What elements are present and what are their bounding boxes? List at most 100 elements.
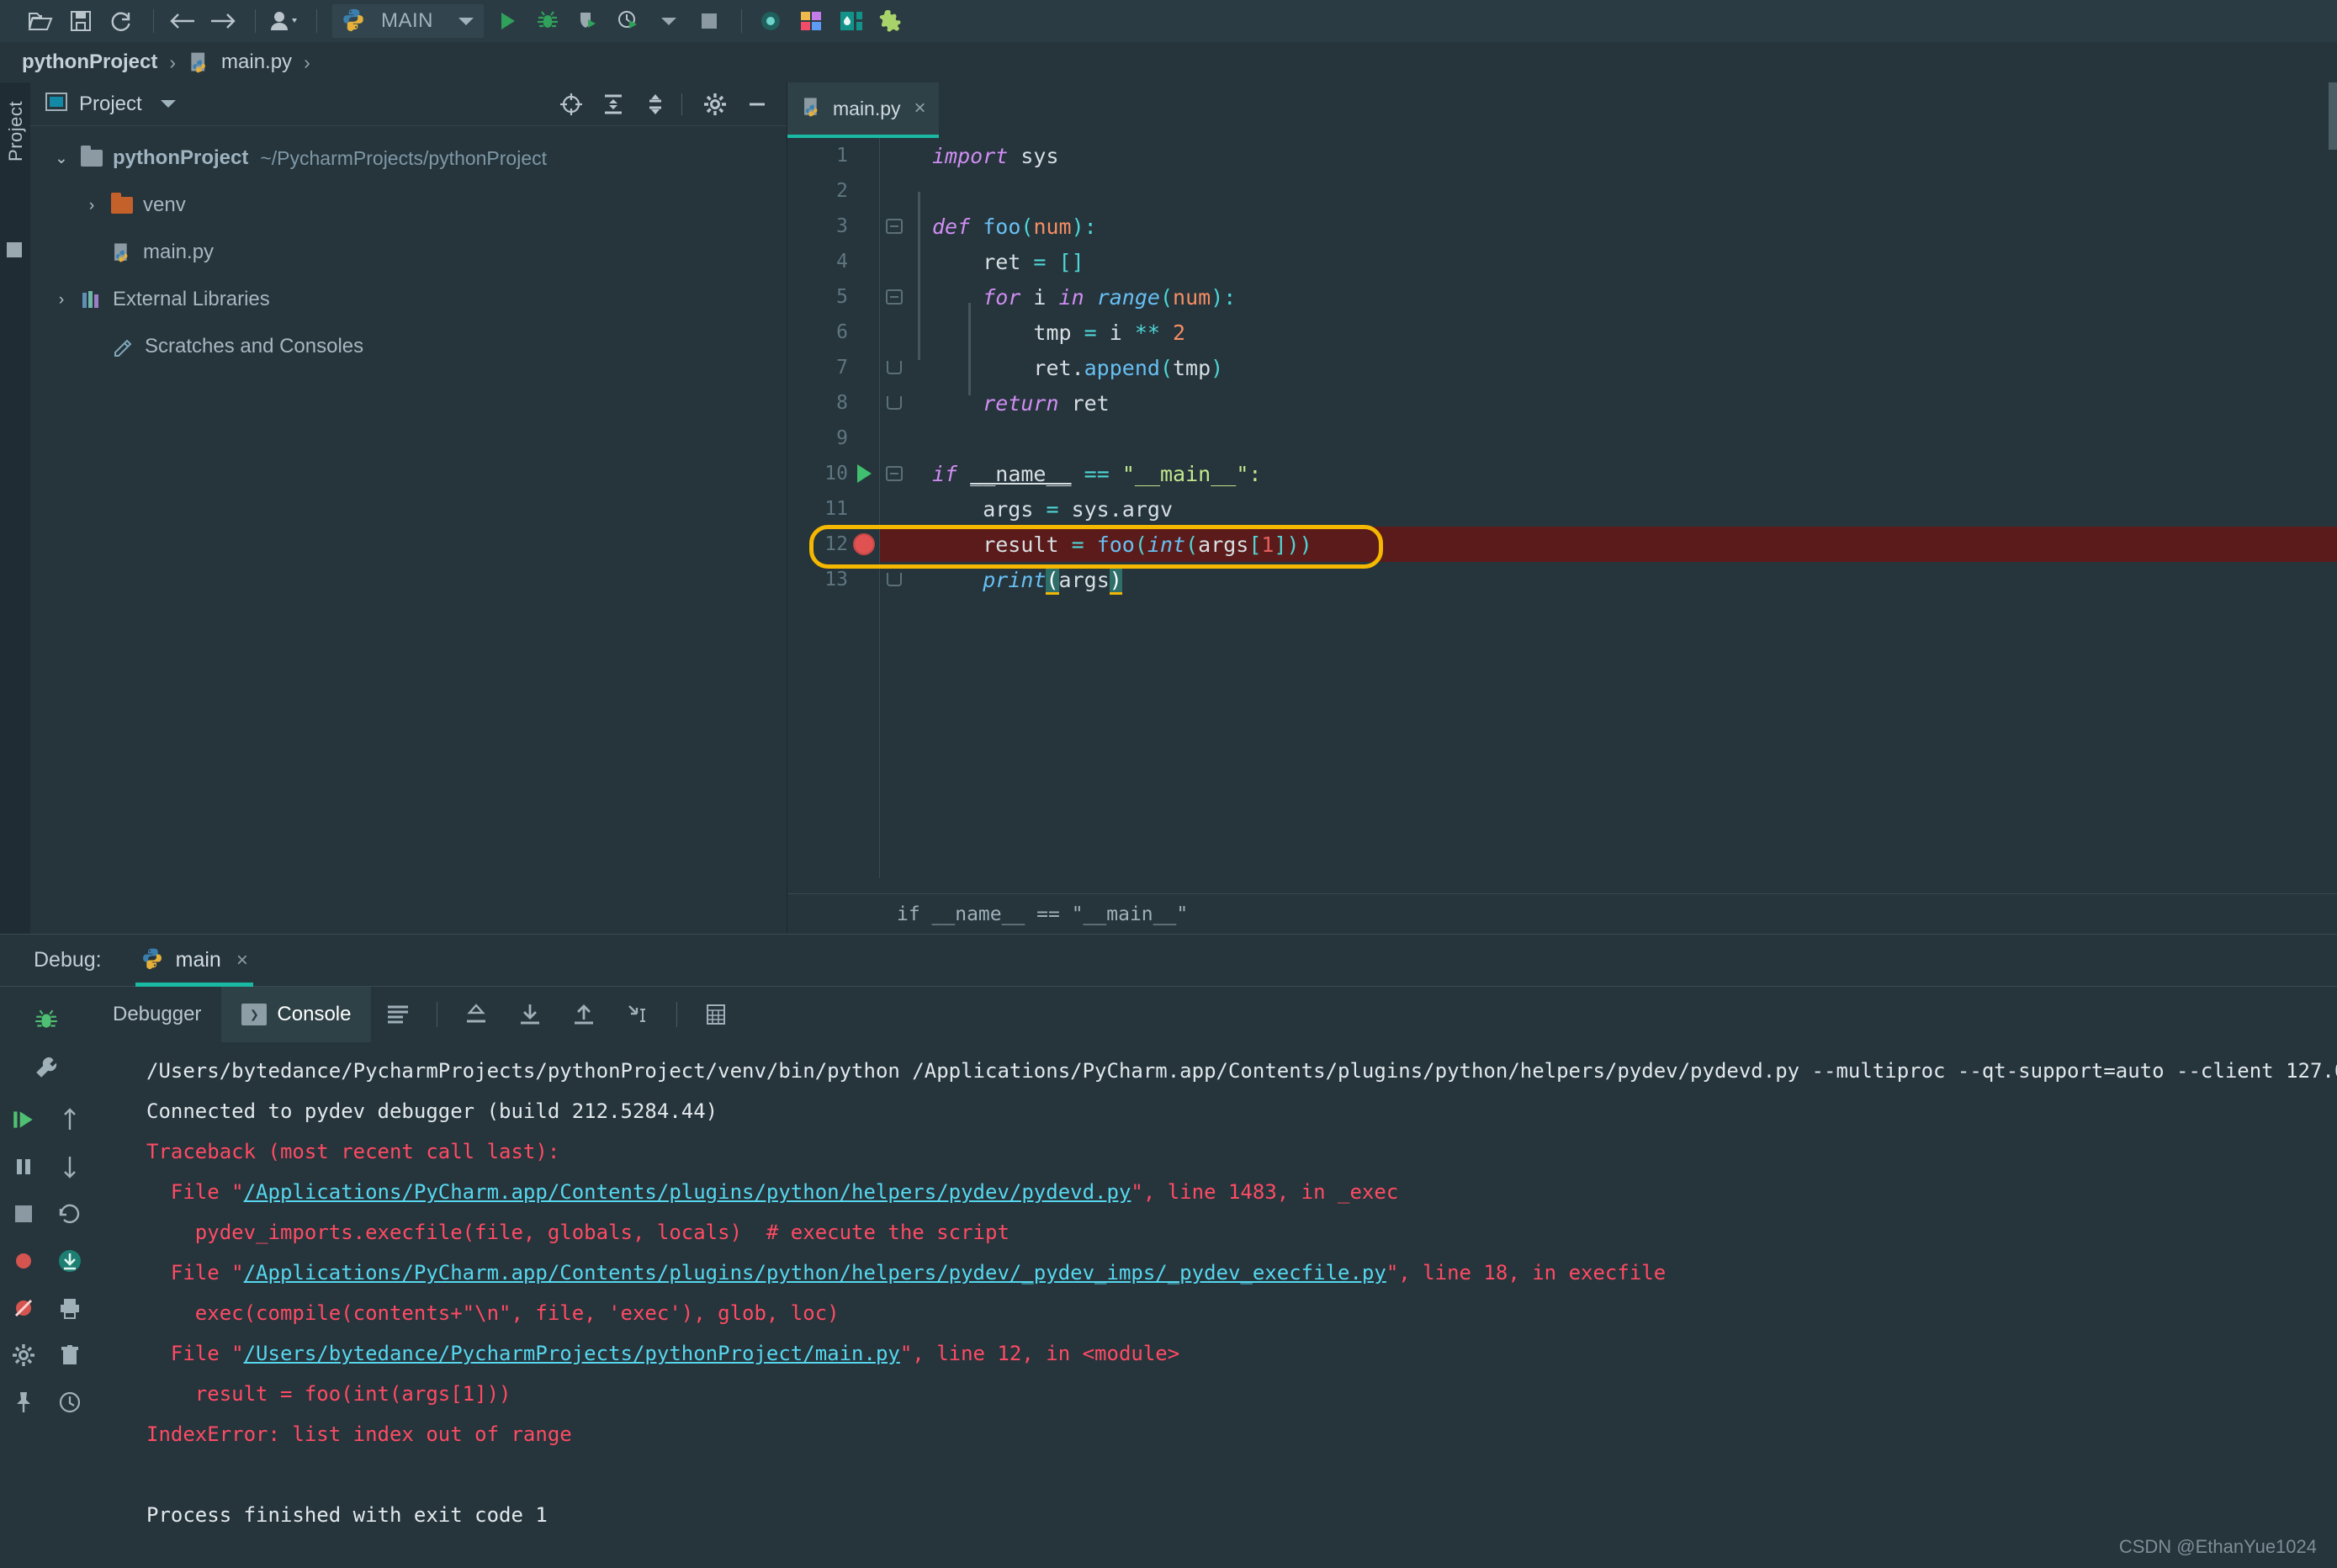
plugins-button[interactable] (873, 5, 910, 37)
editor-tab-mainpy[interactable]: main.py × (787, 82, 939, 138)
collapse-all-icon[interactable] (638, 89, 673, 119)
run-with-coverage-button[interactable] (570, 5, 607, 37)
close-icon[interactable]: × (236, 949, 248, 972)
fold-end-icon[interactable] (880, 573, 909, 586)
pin-tab-icon[interactable] (2, 1380, 45, 1424)
user-account-icon[interactable] (266, 5, 303, 37)
tree-item-venv[interactable]: › venv (30, 182, 787, 229)
console-output[interactable]: /Users/bytedance/PycharmProjects/pythonP… (93, 1042, 2337, 1568)
tree-item-mainpy[interactable]: main.py (30, 229, 787, 276)
run-to-cursor-icon[interactable] (616, 995, 660, 1034)
chevron-down-icon[interactable] (160, 100, 176, 108)
code-line[interactable]: 13 print(args) (787, 562, 2337, 597)
rerun-icon[interactable] (48, 1192, 92, 1236)
code-line[interactable]: 8 return ret (787, 385, 2337, 421)
tab-debugger[interactable]: Debugger (93, 987, 221, 1042)
chevron-right-icon[interactable]: › (76, 198, 108, 214)
chevron-down-icon[interactable] (458, 17, 474, 25)
calculator-icon[interactable] (694, 995, 738, 1034)
run-button[interactable] (489, 5, 526, 37)
chevron-right-icon[interactable]: › (45, 292, 77, 308)
print-icon[interactable] (48, 1286, 92, 1330)
code-editor[interactable]: 1 import sys 2 3 def foo(num): 4 ret = [] 5 fo… (787, 138, 2337, 878)
code-line[interactable]: 10 if __name__ == "__main__": (787, 456, 2337, 491)
console-text: exec(compile(contents+"\n", file, 'exec'… (146, 1301, 840, 1325)
step-up-arrow-icon[interactable] (48, 1098, 92, 1142)
chevron-down-icon[interactable]: ⌄ (45, 151, 77, 167)
run-line-marker-icon[interactable] (848, 464, 880, 483)
fold-collapse-icon[interactable] (880, 466, 909, 481)
debug-session-name: main (175, 948, 221, 972)
line-number: 1 (836, 145, 848, 167)
forward-icon[interactable] (204, 5, 241, 37)
profile-button[interactable] (610, 5, 647, 37)
console-file-link[interactable]: /Applications/PyCharm.app/Contents/plugi… (244, 1180, 1131, 1204)
wrench-icon[interactable] (24, 1046, 68, 1089)
settings-gear-icon[interactable] (697, 89, 733, 119)
tree-item-pythonproject[interactable]: ⌄ pythonProject ~/PycharmProjects/python… (30, 135, 787, 182)
code-line[interactable]: 4 ret = [] (787, 244, 2337, 279)
run-configuration-selector[interactable]: MAIN (332, 4, 484, 38)
breadcrumb-project[interactable]: pythonProject (22, 50, 157, 74)
view-breakpoints-icon[interactable] (2, 1239, 45, 1283)
database-button[interactable] (833, 5, 870, 37)
tree-item-scratches-and-consoles[interactable]: Scratches and Consoles (30, 323, 787, 370)
code-token: ** (1134, 320, 1160, 345)
hide-panel-icon[interactable] (739, 89, 775, 119)
stop-button[interactable] (691, 5, 728, 37)
stop-icon[interactable] (2, 1192, 45, 1236)
folder-icon (77, 146, 106, 167)
code-line[interactable]: 11 args = sys.argv (787, 491, 2337, 527)
fold-collapse-icon[interactable] (880, 219, 909, 234)
breadcrumb-file[interactable]: main.py (221, 50, 292, 74)
profile-dropdown-icon[interactable] (650, 5, 687, 37)
select-opened-file-icon[interactable] (554, 89, 589, 119)
scroll-up-icon[interactable] (562, 995, 606, 1034)
console-file-link[interactable]: /Applications/PyCharm.app/Contents/plugi… (244, 1261, 1386, 1285)
code-token: args (932, 496, 1047, 522)
code-line[interactable]: 3 def foo(num): (787, 209, 2337, 244)
mute-breakpoints-icon[interactable] (2, 1286, 45, 1330)
code-line[interactable]: 7 ret.append(tmp) (787, 350, 2337, 385)
tool-window-button-favorites-icon[interactable] (7, 242, 22, 257)
save-icon[interactable] (62, 5, 99, 37)
code-token: sys (1008, 143, 1059, 168)
fold-end-icon[interactable] (880, 361, 909, 374)
sync-icon[interactable] (103, 5, 140, 37)
debug-session-tab[interactable]: main × (127, 935, 262, 987)
trash-icon[interactable] (48, 1333, 92, 1377)
soft-wrap-lines-icon[interactable] (376, 995, 420, 1034)
console-file-link[interactable]: /Users/bytedance/PycharmProjects/pythonP… (244, 1342, 900, 1365)
tab-console[interactable]: ❯ Console (221, 987, 372, 1042)
scroll-down-icon[interactable] (508, 995, 552, 1034)
step-down-arrow-icon[interactable] (48, 1145, 92, 1189)
fold-collapse-icon[interactable] (880, 289, 909, 305)
layout-button[interactable] (792, 5, 829, 37)
debug-bug-icon[interactable] (24, 999, 68, 1042)
code-line[interactable]: 2 (787, 173, 2337, 209)
code-line[interactable]: 5 for i in range(num): (787, 279, 2337, 315)
expand-all-icon[interactable] (596, 89, 631, 119)
scroll-to-end-icon[interactable] (48, 1239, 92, 1283)
pause-program-icon[interactable] (2, 1145, 45, 1189)
close-icon[interactable]: × (914, 97, 926, 120)
back-icon[interactable] (164, 5, 201, 37)
tree-item-external-libraries[interactable]: › External Libraries (30, 276, 787, 323)
tool-window-button-project[interactable]: Project (5, 101, 27, 162)
code-line[interactable]: 6 tmp = i ** 2 (787, 315, 2337, 350)
settings-gear-icon[interactable] (2, 1333, 45, 1377)
editor-scrollbar[interactable] (2329, 82, 2337, 150)
line-number: 4 (836, 251, 848, 273)
search-everywhere-button[interactable] (752, 5, 789, 37)
history-clock-icon[interactable] (48, 1380, 92, 1424)
code-token: == (1084, 461, 1110, 486)
code-line[interactable]: 9 (787, 421, 2337, 456)
code-line[interactable]: 1 import sys (787, 138, 2337, 173)
code-line[interactable]: 12 result = foo(int(args[1])) (787, 527, 2337, 562)
debug-button[interactable] (529, 5, 566, 37)
step-out-icon[interactable] (454, 995, 498, 1034)
fold-end-icon[interactable] (880, 396, 909, 410)
breakpoint-icon[interactable] (848, 533, 880, 555)
open-folder-icon[interactable] (22, 5, 59, 37)
resume-program-icon[interactable] (2, 1098, 45, 1142)
